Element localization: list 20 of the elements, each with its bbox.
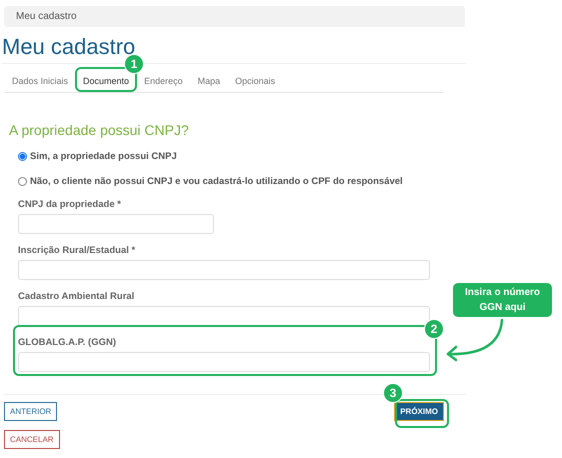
field-label: CNPJ da propriedade *: [18, 198, 121, 212]
field-label: Cadastro Ambiental Rural: [18, 290, 134, 304]
radio-label: Sim, a propriedade possui CNPJ: [30, 150, 177, 162]
cancel-button[interactable]: CANCELAR: [4, 430, 60, 449]
tab[interactable]: Documento: [78, 75, 134, 87]
field-label: GLOBALG.A.P. (GGN): [18, 336, 116, 350]
step-badge: 1: [124, 54, 144, 74]
tab[interactable]: Dados Iniciais: [7, 75, 74, 87]
tab[interactable]: Endereço: [139, 75, 188, 87]
previous-button[interactable]: ANTERIOR: [4, 402, 58, 421]
radio-label: Não, o cliente não possui CNPJ e vou cadastrá-lo utilizando o CPF do responsável: [30, 176, 403, 186]
field-label: Inscrição Rural/Estadual *: [18, 244, 136, 258]
step-badge: 3: [383, 383, 403, 403]
step-badge: 2: [424, 319, 444, 339]
breadcrumb-text[interactable]: Meu cadastro: [16, 11, 77, 22]
question-heading: A propriedade possui CNPJ?: [9, 121, 190, 139]
tab[interactable]: Opcionais: [230, 75, 280, 87]
callout-label: Insira o número GGN aqui: [453, 283, 552, 317]
next-button[interactable]: PRÓXIMO: [394, 402, 444, 421]
tab[interactable]: Mapa: [192, 75, 226, 87]
